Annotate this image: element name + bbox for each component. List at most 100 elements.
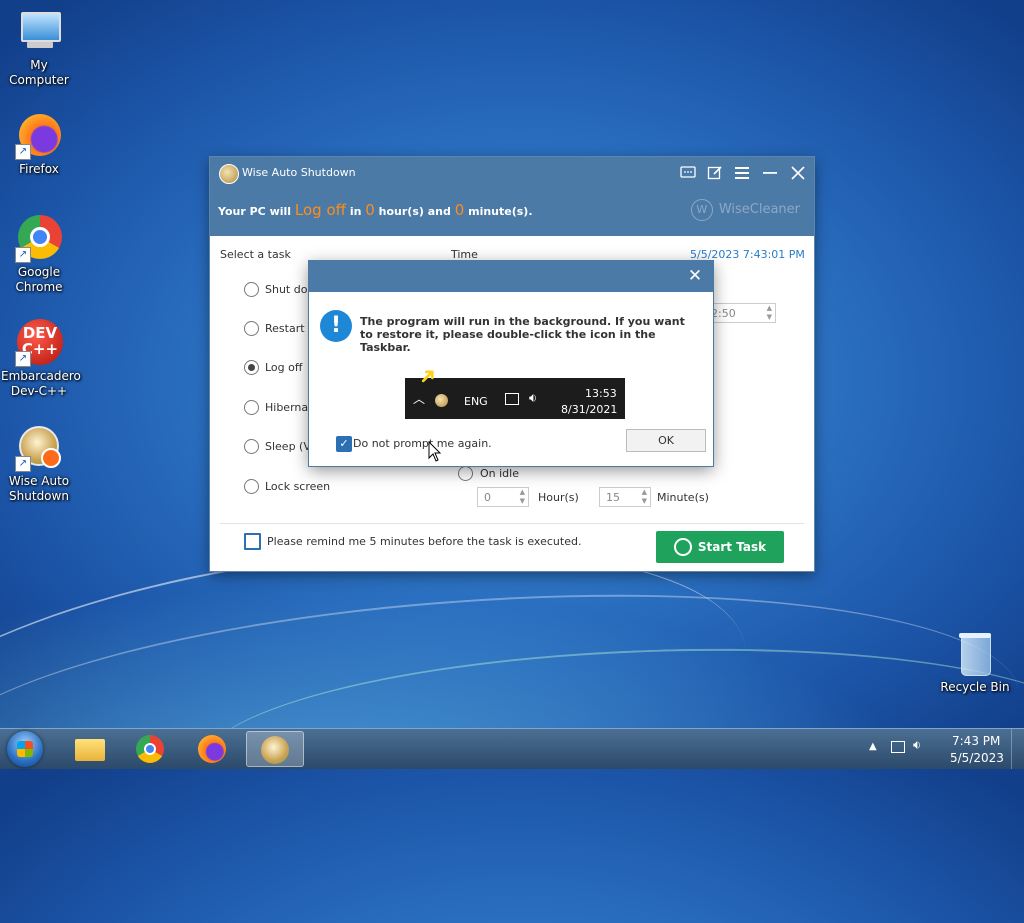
spinner-arrows-icon: ▲ ▼ — [519, 488, 525, 505]
status-minutes: 0 — [454, 201, 465, 219]
radio-lock-screen[interactable] — [244, 479, 259, 494]
shortcut-arrow-icon: ↗ — [15, 351, 31, 367]
status-line: Your PC will Log off in 0 hour(s) and 0 … — [218, 201, 533, 219]
spinner-arrows-icon: ▲ ▼ — [641, 488, 647, 505]
preview-lang: ENG — [464, 395, 488, 408]
firefox-icon — [198, 735, 226, 763]
info-icon: ! — [320, 310, 352, 342]
feedback-icon[interactable] — [678, 163, 698, 183]
task-sleep-label: Sleep (Vista and later) — [265, 440, 309, 453]
desktop-icon-label: My Computer — [9, 58, 69, 87]
network-icon[interactable] — [891, 741, 905, 753]
mouse-cursor-icon — [428, 441, 442, 462]
task-log-off-label: Log off — [265, 361, 303, 374]
desktop-icon-my-computer[interactable]: My Computer — [0, 8, 79, 88]
wisecleaner-brand: W WiseCleaner — [690, 199, 800, 221]
idle-hours-spinner[interactable]: 0 ▲ ▼ — [477, 487, 529, 507]
firefox-icon: ↗ — [15, 112, 63, 160]
desktop-icon-label: Wise Auto Shutdown — [8, 474, 70, 503]
task-lock-screen-label: Lock screen — [265, 480, 331, 493]
minutes-unit-label: Minute(s) — [657, 491, 709, 504]
taskbar-time[interactable]: 7:43 PM — [952, 734, 1000, 748]
taskbar-date[interactable]: 5/5/2023 — [950, 751, 1004, 765]
on-idle-label: On idle — [480, 467, 519, 480]
current-datetime: 5/5/2023 7:43:01 PM — [690, 248, 805, 261]
show-desktop-button[interactable] — [1011, 729, 1024, 769]
minimize-icon[interactable] — [760, 163, 780, 183]
chevron-up-icon: ︿ — [413, 392, 426, 406]
dialog-message: The program will run in the background. … — [360, 315, 685, 354]
devcpp-icon: DEV C++ ↗ — [15, 319, 63, 367]
radio-sleep[interactable] — [244, 439, 259, 454]
radio-restart[interactable] — [244, 321, 259, 336]
time-spinner[interactable]: 2:50 ▲ ▼ — [704, 303, 776, 323]
spinner-arrows-icon: ▲ ▼ — [766, 304, 772, 321]
chrome-icon: ↗ — [15, 215, 63, 263]
folder-icon — [75, 739, 105, 761]
status-hours: 0 — [365, 201, 375, 219]
taskbar-firefox[interactable] — [184, 731, 240, 767]
status-action: Log off — [294, 201, 346, 219]
volume-icon: 🔉︎ — [529, 391, 538, 406]
task-hibernate-label: Hibernate — [265, 401, 309, 414]
alarm-clock-icon — [673, 537, 692, 556]
hours-unit-label: Hour(s) — [538, 491, 579, 504]
start-button[interactable] — [7, 731, 43, 767]
menu-icon[interactable] — [732, 163, 752, 183]
taskbar: ▲ 🔉︎ 7:43 PM 5/5/2023 — [0, 728, 1024, 769]
radio-hibernate[interactable] — [244, 400, 259, 415]
dialog-header: ✕ — [309, 261, 713, 292]
time-label: Time — [451, 248, 478, 261]
ok-button[interactable]: OK — [626, 429, 706, 452]
radio-shut-down[interactable] — [244, 282, 259, 297]
taskbar-file-explorer[interactable] — [62, 731, 118, 767]
computer-icon — [15, 8, 63, 56]
dont-prompt-checkbox[interactable]: ✓ — [336, 436, 352, 452]
task-restart-label: Restart — [265, 322, 305, 335]
desktop-icon-recycle-bin[interactable]: Recycle Bin — [935, 630, 1015, 695]
remind-checkbox[interactable] — [244, 533, 261, 550]
background-notice-dialog: ✕ ! The program will run in the backgrou… — [309, 261, 713, 466]
wise-auto-shutdown-icon — [261, 736, 289, 764]
wise-auto-shutdown-icon: ↗ — [15, 424, 63, 472]
show-hidden-icons[interactable]: ▲ — [869, 741, 877, 752]
taskbar-chrome[interactable] — [123, 731, 179, 767]
close-icon[interactable] — [788, 163, 808, 183]
desktop-icon-label: Recycle Bin — [940, 680, 1010, 694]
desktop-icon-wise-auto-shutdown[interactable]: ↗ Wise Auto Shutdown — [0, 424, 79, 504]
idle-minutes-spinner[interactable]: 15 ▲ ▼ — [599, 487, 651, 507]
volume-icon[interactable]: 🔉︎ — [913, 738, 921, 753]
remind-label: Please remind me 5 minutes before the ta… — [267, 535, 582, 548]
desktop-icon-google-chrome[interactable]: ↗ Google Chrome — [0, 215, 79, 295]
dont-prompt-label: Do not prompt me again. — [353, 437, 492, 450]
task-shut-down-label: Shut down — [265, 283, 309, 296]
taskbar-preview-image: ︿ ➜ ENG 🔉︎ 13:53 8/31/2021 — [405, 361, 625, 419]
desktop-icon-devcpp[interactable]: DEV C++ ↗ Embarcadero Dev-C++ — [0, 319, 81, 399]
start-task-button[interactable]: Start Task — [656, 531, 784, 563]
desktop-icon-firefox[interactable]: ↗ Firefox — [0, 112, 79, 177]
recycle-bin-icon — [951, 630, 999, 678]
network-icon — [505, 393, 519, 405]
desktop-icon-label: Firefox — [19, 162, 59, 176]
app-tray-icon — [435, 394, 448, 407]
app-header: Wise Auto Shutdown Your PC will Log off … — [210, 157, 814, 236]
preview-time: 13:53 — [585, 387, 617, 400]
taskbar-wise-auto-shutdown[interactable] — [246, 731, 304, 767]
shortcut-arrow-icon: ↗ — [15, 144, 31, 160]
desktop-icon-label: Embarcadero Dev-C++ — [1, 369, 81, 398]
radio-log-off[interactable] — [244, 360, 259, 375]
divider — [220, 523, 804, 524]
select-task-label: Select a task — [220, 248, 291, 261]
desktop-icon-label: Google Chrome — [15, 265, 63, 294]
edit-icon[interactable] — [705, 163, 725, 183]
shortcut-arrow-icon: ↗ — [15, 456, 31, 472]
radio-on-idle[interactable] — [458, 466, 473, 481]
app-logo-icon — [219, 164, 239, 184]
dialog-close-icon[interactable]: ✕ — [685, 266, 705, 286]
yellow-arrow-icon: ➜ — [412, 361, 444, 392]
preview-date: 8/31/2021 — [561, 403, 618, 416]
wisecleaner-logo-icon: W — [690, 199, 713, 221]
shortcut-arrow-icon: ↗ — [15, 247, 31, 263]
app-title: Wise Auto Shutdown — [242, 166, 356, 179]
windows-logo-icon — [17, 741, 33, 757]
